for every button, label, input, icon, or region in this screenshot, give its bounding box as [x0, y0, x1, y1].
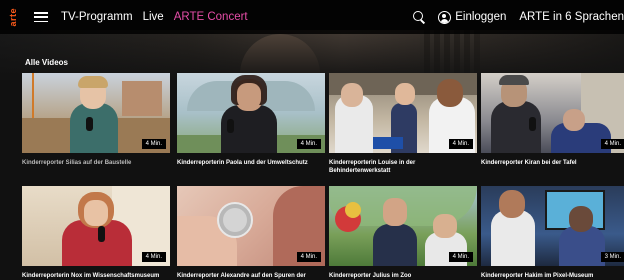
video-title[interactable]: Kinderreporterin Nox im Wissenschaftsmus… — [22, 272, 170, 280]
video-thumbnail[interactable]: 4 Min. — [22, 73, 170, 153]
video-title[interactable]: Kinderreporterin Louise in der Behindert… — [329, 159, 477, 175]
video-duration: 4 Min. — [141, 139, 166, 149]
video-title[interactable]: Kinderreporterin Paola und der Umweltsch… — [177, 159, 325, 167]
login-label: Einloggen — [455, 11, 507, 23]
video-title[interactable]: Kinderreporter Hakim im Pixel-Museum — [481, 272, 624, 280]
video-card[interactable]: 4 Min. Kinderreporter Julius im Zoo — [329, 186, 477, 280]
arte-logo[interactable]: arte — [4, 4, 22, 30]
video-card[interactable]: 4 Min. Kinderreporter Alexandre auf den … — [177, 186, 325, 280]
video-thumbnail[interactable]: 4 Min. — [329, 73, 477, 153]
language-selector[interactable]: ARTE in 6 Sprachen — [519, 11, 624, 23]
video-thumbnail[interactable]: 4 Min. — [177, 73, 325, 153]
video-thumbnail[interactable]: 4 Min. — [481, 73, 624, 153]
nav-live[interactable]: Live — [143, 11, 164, 23]
video-thumbnail[interactable]: 4 Min. — [22, 186, 170, 266]
video-title[interactable]: Kinderreporter Kiran bei der Tafel — [481, 159, 624, 167]
video-card[interactable]: 4 Min. Kinderreporterin Paola und der Um… — [177, 73, 325, 167]
nav-tv-programm[interactable]: TV-Programm — [61, 11, 133, 23]
login-button[interactable]: Einloggen — [438, 10, 507, 24]
video-title[interactable]: Kinderreporter Silias auf der Baustelle — [22, 159, 170, 167]
video-card[interactable]: 4 Min. Kinderreporter Kiran bei der Tafe… — [481, 73, 624, 167]
logo-text: arte — [8, 7, 18, 27]
video-duration: 3 Min. — [600, 252, 624, 262]
video-card[interactable]: 3 Min. Kinderreporter Hakim im Pixel-Mus… — [481, 186, 624, 280]
section-title: Alle Videos — [25, 58, 68, 67]
video-card[interactable]: 4 Min. Kinderreporterin Louise in der Be… — [329, 73, 477, 175]
nav-arte-concert[interactable]: ARTE Concert — [174, 11, 248, 23]
video-thumbnail[interactable]: 4 Min. — [177, 186, 325, 266]
video-duration: 4 Min. — [448, 139, 473, 149]
user-icon — [438, 10, 452, 24]
video-duration: 4 Min. — [448, 252, 473, 262]
menu-icon[interactable] — [34, 12, 48, 22]
video-title[interactable]: Kinderreporter Julius im Zoo — [329, 272, 477, 280]
video-duration: 4 Min. — [296, 139, 321, 149]
video-card[interactable]: 4 Min. Kinderreporterin Nox im Wissensch… — [22, 186, 170, 280]
video-card[interactable]: 4 Min. Kinderreporter Silias auf der Bau… — [22, 73, 170, 167]
video-duration: 4 Min. — [600, 139, 624, 149]
video-title[interactable]: Kinderreporter Alexandre auf den Spuren … — [177, 272, 325, 280]
video-thumbnail[interactable]: 3 Min. — [481, 186, 624, 266]
top-navigation-bar: arte TV-Programm Live ARTE Concert Einlo… — [0, 0, 624, 34]
video-thumbnail[interactable]: 4 Min. — [329, 186, 477, 266]
search-icon[interactable] — [412, 10, 426, 24]
video-duration: 4 Min. — [296, 252, 321, 262]
video-duration: 4 Min. — [141, 252, 166, 262]
